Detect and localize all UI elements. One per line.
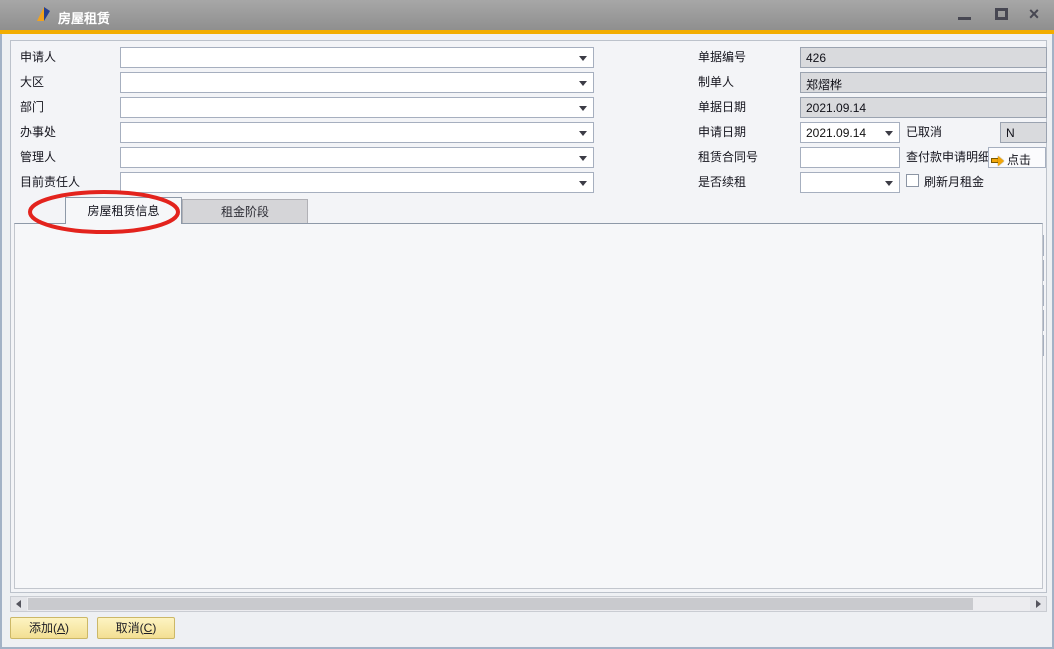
view-payment-detail-button[interactable]: 点击 [988,147,1046,168]
doc-date-label: 单据日期 [698,100,746,115]
app-window: 房屋租赁 × 申请人 大区 部门 办事处 管理人 目前责任人 单据编号 426 … [0,0,1054,649]
responsible-combo[interactable] [120,172,594,193]
department-label: 部门 [20,100,44,115]
applicant-label: 申请人 [20,50,56,65]
arrow-right-icon [991,158,998,163]
region-label: 大区 [20,75,44,90]
minimize-icon[interactable] [958,17,971,20]
add-button[interactable]: 添加(A) [10,617,88,639]
maximize-icon[interactable] [995,8,1008,20]
add-button-label: ) [65,621,69,635]
close-icon[interactable]: × [1024,4,1044,20]
tab-house-rental-info[interactable]: 房屋租赁信息 [65,197,182,224]
contract-no-label: 租赁合同号 [698,150,758,165]
renew-combo[interactable] [800,172,900,193]
chevron-down-icon [579,156,587,161]
apply-date-label: 申请日期 [698,125,746,140]
contract-no-input-inner[interactable] [801,148,899,167]
doc-date-value: 2021.09.14 [800,97,1047,118]
creator-value: 郑熠桦 [800,72,1047,93]
refresh-rent-checkbox[interactable] [906,174,919,187]
cancel-button[interactable]: 取消(C) [97,617,175,639]
add-button-key: A [57,621,65,635]
manager-label: 管理人 [20,150,56,165]
view-payment-detail-label: 查付款申请明细 [906,150,990,165]
arrow-left-icon [16,600,21,608]
chevron-down-icon [579,131,587,136]
window-border-left [0,34,2,649]
chevron-down-icon [579,106,587,111]
horizontal-scrollbar[interactable] [10,596,1047,612]
apply-date-value: 2021.09.14 [806,126,866,140]
doc-no-label: 单据编号 [698,50,746,65]
window-title: 房屋租赁 [58,8,110,27]
cancel-button-label: 取消( [116,621,144,635]
department-combo[interactable] [120,97,594,118]
scrollbar-thumb[interactable] [28,598,973,610]
scroll-right-button[interactable] [1030,597,1046,611]
refresh-rent-label: 刷新月租金 [924,175,984,190]
chevron-down-icon [885,131,893,136]
accent-line [0,30,1054,34]
chevron-down-icon [579,181,587,186]
region-combo[interactable] [120,72,594,93]
creator-label: 制单人 [698,75,734,90]
tab-rent-stage[interactable]: 租金阶段 [182,199,308,224]
chevron-down-icon [579,81,587,86]
chevron-down-icon [885,181,893,186]
cancel-button-key: C [144,621,153,635]
office-combo[interactable] [120,122,594,143]
arrow-right-icon [1036,600,1041,608]
renew-label: 是否续租 [698,175,746,190]
cancelled-label: 已取消 [906,125,942,140]
doc-no-value: 426 [800,47,1047,68]
add-button-label: 添加( [29,621,57,635]
contract-no-input[interactable] [800,147,900,168]
office-label: 办事处 [20,125,56,140]
responsible-label: 目前责任人 [20,175,80,190]
manager-combo[interactable] [120,147,594,168]
cancel-button-label: ) [152,621,156,635]
cancelled-value: N [1000,122,1047,143]
app-logo-icon [34,6,52,24]
view-payment-detail-link-text: 点击 [1007,153,1031,167]
arrow-right-icon [998,156,1004,166]
apply-date-combo[interactable]: 2021.09.14 [800,122,900,143]
scroll-left-button[interactable] [11,597,27,611]
chevron-down-icon [579,56,587,61]
tab-content-panel [14,223,1043,589]
title-bar: 房屋租赁 [0,0,1054,30]
applicant-combo[interactable] [120,47,594,68]
